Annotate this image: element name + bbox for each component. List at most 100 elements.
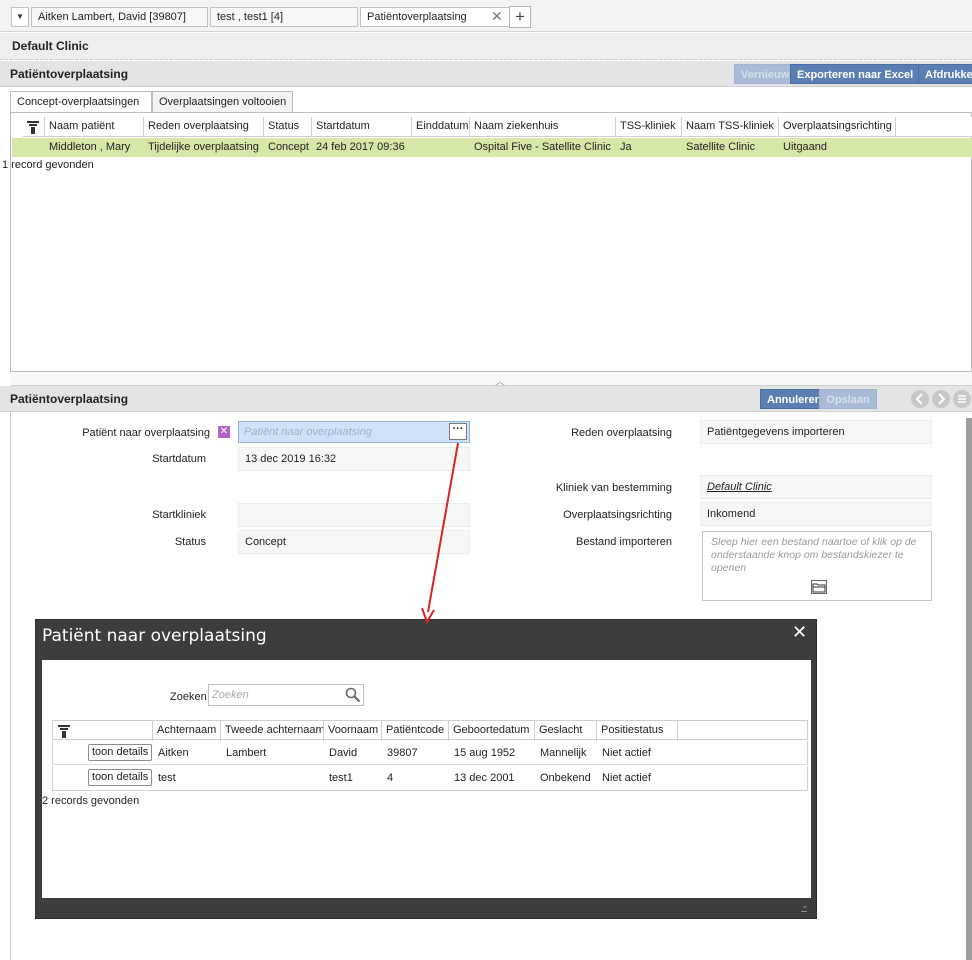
col-header-start-date[interactable]: Startdatum bbox=[312, 117, 412, 137]
startdatum-field[interactable]: 13 dec 2019 16:32 bbox=[238, 447, 470, 471]
filter-icon bbox=[27, 121, 39, 134]
cell-positiestatus: Niet actief bbox=[602, 772, 651, 784]
search-input[interactable]: Zoeken bbox=[208, 684, 364, 706]
kliniek-link[interactable]: Default Clinic bbox=[700, 475, 932, 499]
list-section-header: Patiëntoverplaatsing Vernieuwen Exporter… bbox=[0, 61, 972, 87]
cell-tss-clinic: Ja bbox=[620, 141, 632, 153]
patient-grid-header: Achternaam Tweede achternaam Voornaam Pa… bbox=[52, 720, 808, 741]
col-header-tss-clinic-name[interactable]: Naam TSS-kliniek bbox=[682, 117, 779, 137]
tab-label: Patiëntoverplaatsing bbox=[367, 11, 467, 23]
grid-header: Naam patiënt Reden overplaatsing Status … bbox=[23, 117, 972, 137]
startkliniek-label: Startkliniek bbox=[152, 509, 206, 521]
reden-label: Reden overplaatsing bbox=[571, 427, 672, 439]
search-label: Zoeken bbox=[170, 691, 207, 703]
patient-search-field[interactable]: Patiënt naar overplaatsing bbox=[238, 421, 470, 443]
cell-achternaam: test bbox=[158, 772, 176, 784]
col-header-reason[interactable]: Reden overplaatsing bbox=[144, 117, 264, 137]
show-details-button[interactable]: toon details bbox=[88, 769, 153, 786]
col-header-tss-clinic[interactable]: TSS-kliniek bbox=[616, 117, 682, 137]
cell-voornaam: David bbox=[329, 747, 358, 759]
tab-patient-test[interactable]: test , test1 [4] bbox=[210, 7, 358, 27]
print-button[interactable]: Afdrukken bbox=[918, 64, 972, 84]
cell-end-date bbox=[412, 138, 470, 157]
col-header-voornaam[interactable]: Voornaam bbox=[324, 721, 382, 741]
table-row[interactable]: toon details test test1 4 13 dec 2001 On… bbox=[52, 766, 808, 791]
cell-geslacht: Mannelijk bbox=[540, 747, 587, 759]
tab-list-dropdown-button[interactable]: ▼ bbox=[11, 7, 29, 27]
more-options-button[interactable]: ··· bbox=[449, 423, 467, 440]
col-header-direction[interactable]: Overplaatsingsrichting bbox=[779, 117, 896, 137]
col-header-geslacht[interactable]: Geslacht bbox=[535, 721, 597, 741]
col-header-achternaam[interactable]: Achternaam bbox=[153, 721, 221, 741]
folder-icon bbox=[812, 583, 826, 593]
col-header-tweede-achternaam[interactable]: Tweede achternaam bbox=[221, 721, 324, 741]
startdatum-label: Startdatum bbox=[152, 453, 206, 465]
tab-concept-transfers[interactable]: Concept-overplaatsingen bbox=[10, 91, 152, 113]
richting-label: Overplaatsingsrichting bbox=[563, 509, 672, 521]
cell-direction: Uitgaand bbox=[783, 141, 828, 153]
drop-zone-hint: Sleep hier een bestand naartoe of klik o… bbox=[711, 536, 917, 574]
cell-patient-name: Middleton , Mary bbox=[49, 141, 131, 153]
startkliniek-field[interactable] bbox=[238, 503, 470, 527]
cell-patientcode: 39807 bbox=[387, 747, 418, 759]
show-details-button[interactable]: toon details bbox=[88, 744, 153, 761]
tab-complete-transfers[interactable]: Overplaatsingen voltooien bbox=[152, 91, 293, 113]
cell-achternaam: Aitken bbox=[158, 747, 189, 759]
detail-section-header: Patiëntoverplaatsing Annuleren Opslaan bbox=[0, 386, 972, 412]
cell-tss-clinic-name: Satellite Clinic bbox=[686, 141, 756, 153]
col-header-end-date[interactable]: Einddatum bbox=[412, 117, 470, 137]
dialog-body: Zoeken Zoeken Achternaam Tweede achterna… bbox=[42, 660, 811, 898]
col-header-status[interactable]: Status bbox=[264, 117, 312, 137]
required-icon: ✕ bbox=[218, 426, 230, 438]
search-icon[interactable] bbox=[345, 687, 361, 703]
richting-field[interactable]: Inkomend bbox=[700, 502, 932, 526]
cell-geslacht: Onbekend bbox=[540, 772, 591, 784]
patient-search-dialog: Patiënt naar overplaatsing ✕ Zoeken Zoek… bbox=[35, 619, 817, 919]
close-dialog-icon[interactable]: ✕ bbox=[792, 622, 807, 643]
table-row[interactable]: Middleton , Mary Tijdelijke overplaatsin… bbox=[12, 138, 972, 157]
column-filter-button[interactable] bbox=[23, 117, 45, 137]
panel-splitter[interactable]: ︿ bbox=[10, 372, 972, 388]
vertical-scrollbar[interactable] bbox=[966, 418, 972, 960]
column-filter-button[interactable] bbox=[53, 721, 153, 741]
cell-hospital-name: Ospital Five - Satellite Clinic bbox=[474, 141, 611, 153]
col-header-hospital-name[interactable]: Naam ziekenhuis bbox=[470, 117, 616, 137]
table-row[interactable]: toon details Aitken Lambert David 39807 … bbox=[52, 741, 808, 765]
record-count: 1 record gevonden bbox=[2, 159, 94, 171]
patient-label: Patiënt naar overplaatsing bbox=[82, 427, 210, 439]
status-label: Status bbox=[174, 536, 206, 548]
cell-geboortedatum: 13 dec 2001 bbox=[454, 772, 515, 784]
cell-reason: Tijdelijke overplaatsing bbox=[148, 141, 259, 153]
col-header-geboortedatum[interactable]: Geboortedatum bbox=[449, 721, 535, 741]
new-tab-button[interactable]: + bbox=[509, 6, 531, 28]
status-field[interactable]: Concept bbox=[238, 530, 470, 554]
tab-patient-transfer[interactable]: Patiëntoverplaatsing bbox=[360, 7, 510, 27]
dialog-title: Patiënt naar overplaatsing bbox=[42, 626, 267, 646]
export-excel-button[interactable]: Exporteren naar Excel bbox=[790, 64, 921, 84]
previous-record-icon bbox=[911, 390, 929, 408]
cell-geboortedatum: 15 aug 1952 bbox=[454, 747, 516, 759]
cell-tweede-achternaam bbox=[222, 769, 325, 788]
clinic-header: Default Clinic bbox=[0, 33, 972, 60]
tab-label: test , test1 [4] bbox=[217, 11, 284, 23]
kliniek-label: Kliniek van bestemming bbox=[555, 482, 672, 494]
reden-field[interactable]: Patiëntgegevens importeren bbox=[700, 420, 932, 444]
file-picker-button[interactable] bbox=[811, 580, 827, 594]
save-button[interactable]: Opslaan bbox=[819, 389, 877, 409]
file-drop-zone[interactable]: Sleep hier een bestand naartoe of klik o… bbox=[702, 531, 932, 601]
document-tab-bar: ▼ Aitken Lambert, David [39807] test , t… bbox=[0, 0, 972, 32]
col-header-patient-name[interactable]: Naam patiënt bbox=[45, 117, 144, 137]
col-header-patientcode[interactable]: Patiëntcode bbox=[382, 721, 449, 741]
record-navigation bbox=[911, 390, 971, 408]
bestand-label: Bestand importeren bbox=[576, 536, 672, 548]
close-tab-icon[interactable]: ✕ bbox=[491, 8, 503, 24]
tab-patient-aitken[interactable]: Aitken Lambert, David [39807] bbox=[31, 7, 208, 27]
cell-voornaam: test1 bbox=[329, 772, 353, 784]
resize-grip-icon[interactable]: .:: bbox=[801, 904, 807, 915]
next-record-icon bbox=[932, 390, 950, 408]
panel-border bbox=[10, 412, 11, 960]
col-header-positiestatus[interactable]: Positiestatus bbox=[597, 721, 678, 741]
tab-label: Aitken Lambert, David [39807] bbox=[38, 11, 186, 23]
cell-status: Concept bbox=[268, 141, 309, 153]
filter-icon bbox=[58, 725, 70, 738]
